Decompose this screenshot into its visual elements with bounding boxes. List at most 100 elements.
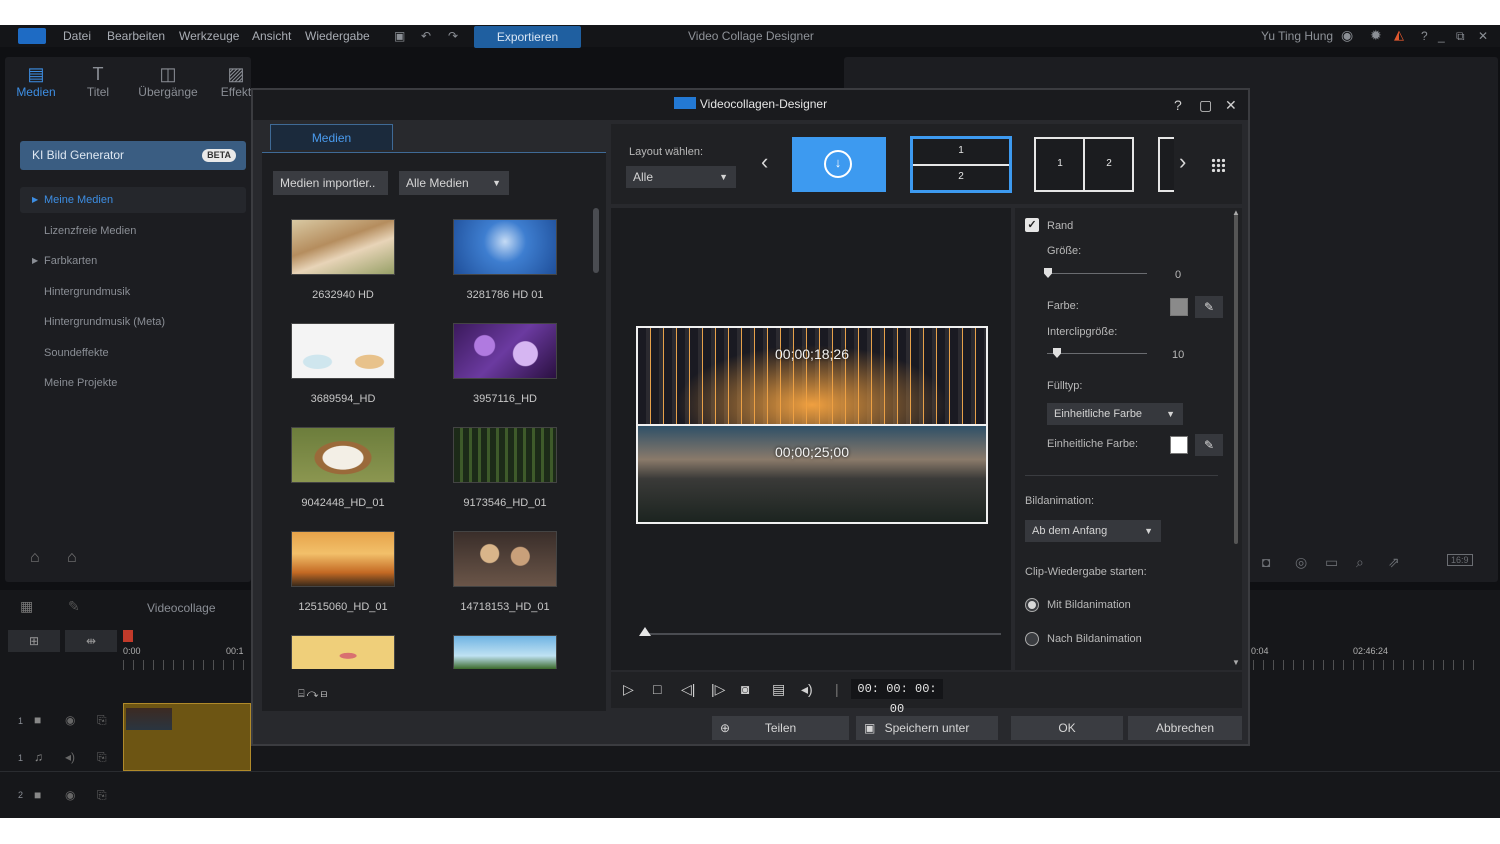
next-frame-icon[interactable]: |▷ [711,681,725,698]
previous-frame-icon[interactable]: ◁| [681,681,695,698]
media-thumbnail[interactable] [453,531,557,587]
library-item-background-music[interactable]: Hintergrundmusik [20,279,246,305]
media-view-options-icon[interactable]: ⌸↷⊟ [298,688,329,701]
layout-option-2-columns[interactable]: 1 2 [1034,137,1134,192]
collage-cell-1[interactable]: 00;00;18;26 [638,328,986,424]
interclip-slider-handle[interactable] [1053,348,1061,358]
scroll-down-icon[interactable]: ▼ [1232,658,1240,667]
playback-timecode[interactable]: 00: 00: 00: 00 [851,679,943,716]
settings-icon[interactable]: ✹ [1370,27,1382,44]
restore-icon[interactable]: ⧉ [1456,29,1465,44]
visibility-icon[interactable]: ◉ [65,788,75,802]
animation-dropdown[interactable]: Ab dem Anfang ▼ [1025,520,1161,542]
save-icon[interactable]: ▣ [394,29,405,43]
tab-medien[interactable]: ▤ Medien [5,63,67,99]
lock-icon[interactable]: ⎘ [97,713,107,728]
snapshot-icon[interactable]: ◘ [1262,554,1270,570]
aspect-ratio-badge[interactable]: 16:9 [1447,554,1473,566]
share-button[interactable]: ⊕ Teilen [712,716,849,740]
media-filter-dropdown[interactable]: Alle Medien ▼ [399,171,509,195]
library-item-my-projects[interactable]: Meine Projekte [20,370,246,396]
size-slider-handle[interactable] [1044,268,1052,278]
media-thumbnail[interactable] [291,635,395,669]
record-icon[interactable]: ◎ [1295,554,1307,571]
dialog-maximize-icon[interactable]: ▢ [1199,97,1212,114]
undo-icon[interactable]: ↶ [421,29,431,43]
grid-view-icon[interactable] [1211,158,1225,172]
timeline-clip[interactable] [123,703,251,771]
collage-canvas[interactable]: 00;00;18;26 00;00;25;00 [636,326,988,524]
minimize-icon[interactable]: _ [1438,29,1445,43]
help-icon[interactable]: ? [1421,29,1428,43]
size-slider[interactable] [1047,273,1147,274]
notification-icon[interactable]: ◭ [1394,27,1404,43]
eyedropper-icon[interactable]: ✎ [1195,434,1223,456]
ai-image-generator-button[interactable]: KI Bild Generator BETA [20,141,246,170]
layout-filter-dropdown[interactable]: Alle ▼ [626,166,736,188]
eyedropper-icon[interactable]: ✎ [1195,296,1223,318]
menu-bearbeiten[interactable]: Bearbeiten [107,29,165,43]
tag-remove-icon[interactable]: ⌂ [67,549,77,567]
user-name[interactable]: Yu Ting Hung [1261,29,1333,43]
close-icon[interactable]: ✕ [1478,29,1488,43]
media-thumbnail[interactable] [291,531,395,587]
border-checkbox[interactable]: ✓ [1025,218,1039,232]
library-item-color-boards[interactable]: ▶ Farbkarten [20,248,246,274]
fill-type-dropdown[interactable]: Einheitliche Farbe ▼ [1047,403,1183,425]
seek-handle[interactable] [639,627,651,636]
tab-media[interactable]: Medien [270,124,393,150]
chevron-right-icon[interactable]: › [1179,149,1186,175]
storyboard-icon[interactable]: ✎ [68,598,80,615]
properties-scrollbar[interactable] [1234,214,1238,544]
zoom-icon[interactable]: ⌕ [1356,554,1364,571]
tab-titel[interactable]: T Titel [67,63,129,99]
track-manager-button[interactable]: ⊞ [8,630,60,652]
media-scrollbar[interactable] [593,208,599,273]
library-item-sound-effects[interactable]: Soundeffekte [20,340,246,366]
lock-icon[interactable]: ⎘ [97,750,107,765]
library-item-background-music-meta[interactable]: Hintergrundmusik (Meta) [20,309,246,335]
uniform-color-swatch[interactable] [1170,436,1188,454]
external-preview-icon[interactable]: ⇗ [1388,554,1400,571]
download-layouts-button[interactable]: ↓ [792,137,886,192]
dialog-help-icon[interactable]: ? [1174,97,1182,113]
tag-add-icon[interactable]: ⌂ [30,549,40,567]
interclip-slider[interactable] [1047,353,1147,354]
media-thumbnail[interactable] [453,219,557,275]
tab-uebergaenge[interactable]: ◫ Übergänge [137,63,199,99]
account-icon[interactable]: ◉ [1341,27,1353,44]
media-thumbnail[interactable] [453,635,557,669]
collage-cell-2[interactable]: 00;00;25;00 [638,426,986,522]
media-thumbnail[interactable] [453,427,557,483]
save-as-button[interactable]: ▣ Speichern unter [856,716,998,740]
play-icon[interactable]: ▷ [623,681,634,698]
import-media-button[interactable]: Medien importier.. [273,171,388,195]
subtitle-icon[interactable]: ▤ [772,681,785,698]
media-thumbnail[interactable] [291,219,395,275]
media-thumbnail[interactable] [453,323,557,379]
dialog-close-icon[interactable]: ✕ [1225,97,1237,114]
layout-option-2-rows[interactable]: 1 2 [911,137,1011,192]
speaker-icon[interactable]: ◂) [65,750,75,764]
menu-ansicht[interactable]: Ansicht [252,29,291,43]
visibility-icon[interactable]: ◉ [65,713,75,727]
playhead-marker[interactable] [123,630,133,642]
media-thumbnail[interactable] [291,427,395,483]
ok-button[interactable]: OK [1011,716,1123,740]
library-item-my-media[interactable]: ▶ Meine Medien [20,187,246,213]
menu-datei[interactable]: Datei [63,29,91,43]
timeline-view-icon[interactable]: ▦ [20,598,33,615]
volume-icon[interactable]: ◂) [801,681,813,698]
chevron-left-icon[interactable]: ‹ [761,149,768,175]
library-item-royalty-free[interactable]: Lizenzfreie Medien [20,218,246,244]
redo-icon[interactable]: ↷ [448,29,458,43]
media-thumbnail[interactable] [291,323,395,379]
seek-bar[interactable] [646,633,1001,635]
scroll-up-icon[interactable]: ▲ [1232,208,1240,217]
border-color-swatch[interactable] [1170,298,1188,316]
layout-option-partial[interactable] [1158,137,1174,192]
menu-werkzeuge[interactable]: Werkzeuge [179,29,239,43]
radio-with-animation[interactable] [1025,598,1039,612]
menu-wiedergabe[interactable]: Wiedergabe [305,29,370,43]
fit-timeline-button[interactable]: ⇹ [65,630,117,652]
